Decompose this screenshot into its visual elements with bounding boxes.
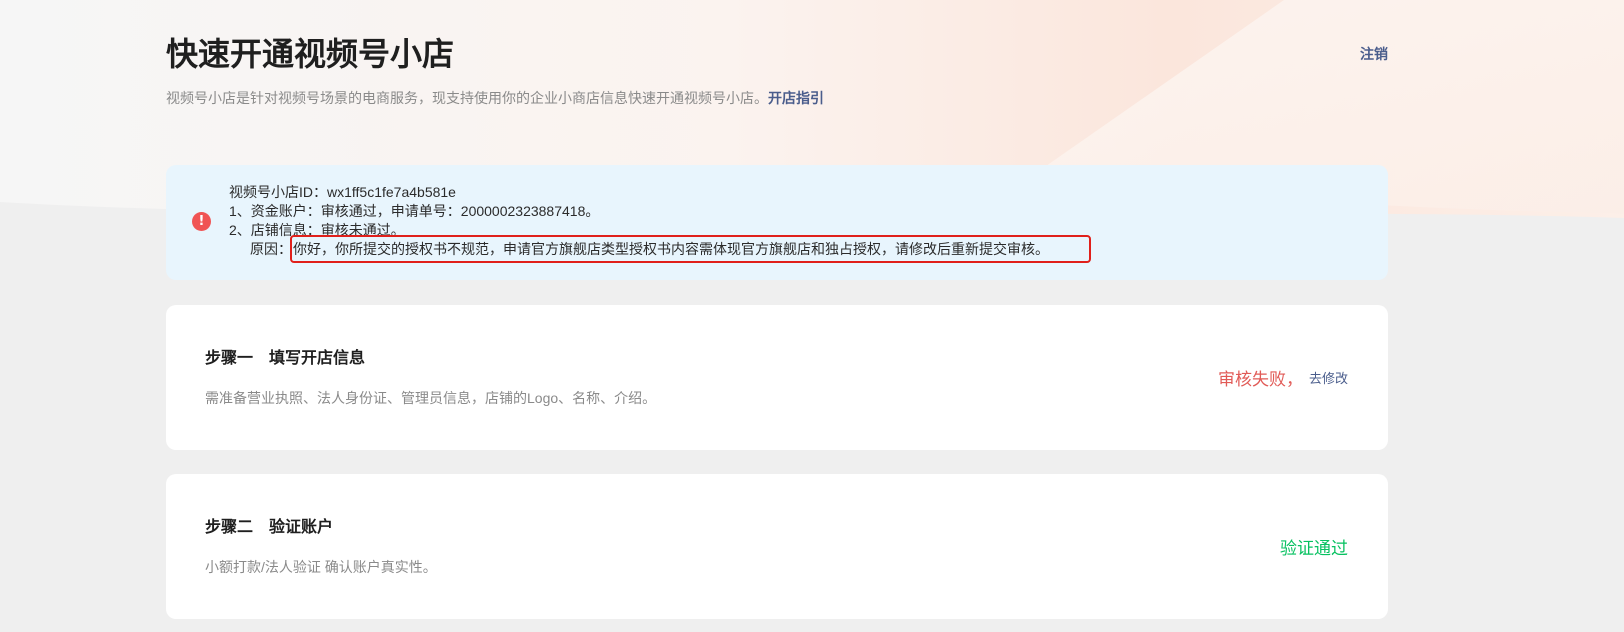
rejection-reason-line: 原因：你好，你所提交的授权书不规范，申请官方旗舰店类型授权书内容需体现官方旗舰店… [229, 235, 1388, 263]
status-failed-text: 审核失败， [1217, 370, 1303, 389]
step-description: 小额打款/法人验证 确认账户真实性。 [205, 559, 437, 575]
step-title: 步骤一 填写开店信息 [205, 347, 1348, 371]
main-container: 快速开通视频号小店 注销 视频号小店是针对视频号场景的电商服务，现支持使用你的企… [166, 0, 1388, 619]
step-name: 验证账户 [269, 519, 334, 536]
go-modify-link[interactable]: 去修改 [1309, 368, 1348, 387]
status-passed-text: 验证通过 [1280, 539, 1348, 558]
step-status: 验证通过 [1280, 474, 1348, 619]
step-card-fill-shop-info: 步骤一 填写开店信息 需准备营业执照、法人身份证、管理员信息，店铺的Logo、名称… [166, 305, 1388, 450]
step-title: 步骤二 验证账户 [205, 516, 1348, 540]
step-name: 填写开店信息 [269, 350, 366, 367]
exclamation-circle-icon: ! [192, 212, 211, 231]
step-status: 审核失败， 去修改 [1218, 305, 1348, 450]
step-card-verify-account: 步骤二 验证账户 小额打款/法人验证 确认账户真实性。 验证通过 [166, 474, 1388, 619]
step-description: 需准备营业执照、法人身份证、管理员信息，店铺的Logo、名称、介绍。 [205, 390, 657, 406]
reason-label: 原因： [250, 241, 292, 257]
step-label: 步骤一 [205, 350, 254, 367]
step-label: 步骤二 [205, 519, 254, 536]
subtitle-text: 视频号小店是针对视频号场景的电商服务，现支持使用你的企业小商店信息快速开通视频号… [166, 90, 768, 106]
page-subtitle: 视频号小店是针对视频号场景的电商服务，现支持使用你的企业小商店信息快速开通视频号… [166, 88, 1388, 108]
page-title: 快速开通视频号小店 [166, 36, 455, 72]
logout-link[interactable]: 注销 [1360, 45, 1388, 63]
fund-account-status-line: 1、资金账户：审核通过，申请单号：2000002323887418。 [229, 203, 600, 219]
shop-guide-link[interactable]: 开店指引 [768, 90, 824, 106]
shop-id-line: 视频号小店ID：wx1ff5c1fe7a4b581e [229, 184, 456, 200]
rejection-reason-text: 你好，你所提交的授权书不规范，申请官方旗舰店类型授权书内容需体现官方旗舰店和独占… [290, 235, 1091, 263]
review-notice-card: ! 视频号小店ID：wx1ff5c1fe7a4b581e 1、资金账户：审核通过… [166, 165, 1388, 280]
